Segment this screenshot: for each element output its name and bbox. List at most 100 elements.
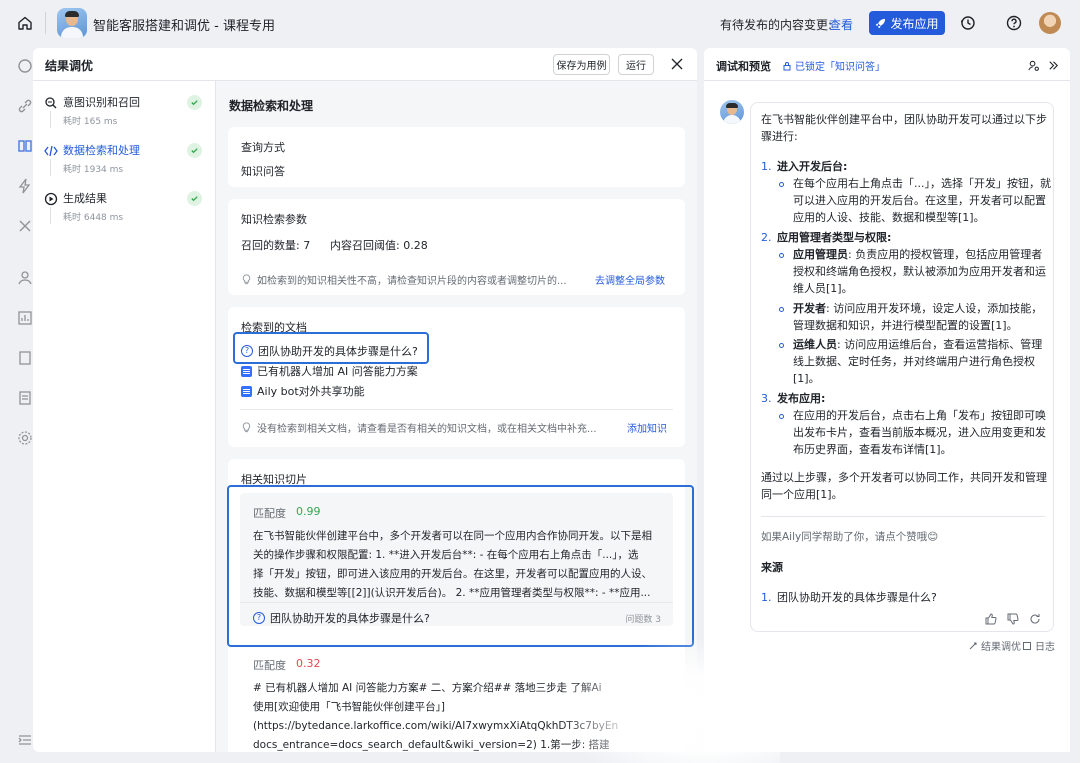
like-prompt: 如果Aily同学帮助了你，请点个赞哦😊 [761, 531, 939, 543]
card-title: 知识检索参数 [241, 213, 307, 226]
save-as-case-button[interactable]: 保存为用例 [553, 54, 610, 75]
bullet [779, 343, 784, 348]
query-mode-card: 查询方式 知识问答 [228, 127, 685, 187]
step-data-retrieval[interactable]: 数据检索和处理 耗时 1934 ms [33, 135, 216, 179]
app-title: 智能客服搭建和调优 - 课程专用 [93, 19, 275, 34]
step-intent-recall[interactable]: 意图识别和召回 耗时 165 ms [33, 87, 216, 131]
list-number: 3. [761, 392, 772, 405]
bullet [779, 182, 784, 187]
highlight-box [233, 332, 429, 364]
retrieved-docs-card: 检索到的文档 ? 团队协助开发的具体步骤是什么? 已有机器人增加 AI 问答能力… [228, 307, 685, 447]
settings-icon[interactable] [17, 430, 33, 446]
result-tune-label: 结果调优 [981, 642, 1021, 653]
log-icon [1023, 641, 1031, 650]
source-item[interactable]: 团队协助开发的具体步骤是什么? [777, 589, 937, 606]
help-icon[interactable] [1003, 12, 1025, 34]
users-icon[interactable] [17, 270, 33, 286]
step-name: 数据检索和处理 [63, 144, 140, 157]
step-heading: 应用管理者类型与权限: [777, 231, 892, 244]
check-icon [187, 95, 202, 110]
divider [240, 409, 673, 410]
view-changes-link[interactable]: 查看 [829, 16, 853, 33]
result-panel-header: 结果调优 保存为用例 运行 [33, 48, 697, 81]
source-title: 来源 [761, 561, 783, 574]
refresh-icon[interactable] [1029, 613, 1043, 627]
publish-app-button[interactable]: 发布应用 [869, 11, 945, 35]
bullet [779, 307, 784, 312]
run-button[interactable]: 运行 [618, 54, 654, 75]
publish-app-label: 发布应用 [890, 16, 939, 31]
skill-icon[interactable] [17, 178, 33, 194]
bullet [779, 414, 784, 419]
step-body: 在每个应用右上角点击「...」，选择「开发」按钮，就 可以进入应用的开发后台。在这… [793, 177, 1051, 224]
divider [761, 516, 1045, 517]
recall-count: 召回的数量: 7 [241, 239, 311, 252]
list-number: 1. [761, 160, 772, 173]
bullet [779, 253, 784, 258]
match-score-value: 0.32 [296, 657, 321, 670]
pipeline-steps: 意图识别和召回 耗时 165 ms 数据检索和处理 耗时 1934 ms 生成结… [33, 81, 216, 752]
list-number: 1. [761, 591, 772, 604]
document-icon [241, 385, 252, 397]
collapse-icon[interactable] [17, 732, 33, 748]
doc-item-label: Aily bot对外共享功能 [257, 385, 365, 398]
retrieval-params-card: 知识检索参数 召回的数量: 7 内容召回阈值: 0.28 如检索到的知识相关性不… [228, 199, 685, 295]
step-body: 运维人员: 访问应用运维后台，查看运营指标、管理 线上数据、定时任务，并对终端用… [793, 338, 1043, 385]
preview-title: 调试和预览 [716, 60, 771, 73]
stats-icon[interactable] [17, 310, 33, 326]
answer-outro: 通过以上步骤，多个开发者可以协同工作，共同开发和管理 同一个应用[1]。 [761, 471, 1047, 501]
log-link[interactable]: 日志 [1022, 638, 1055, 653]
document-icon [241, 365, 252, 377]
link-icon[interactable] [17, 98, 33, 114]
user-avatar[interactable] [1039, 12, 1061, 34]
docs-hint: 没有检索到相关文档，请查看是否有相关的知识文档，或在相关文档中补充... [241, 420, 597, 435]
chunk-text: # 已有机器人增加 AI 问答能力方案# 二、方案介绍## 落地三步走 了解Ai… [253, 682, 619, 751]
query-mode-value: 知识问答 [241, 165, 285, 178]
result-panel-title: 结果调优 [45, 59, 94, 73]
app-avatar [57, 8, 87, 38]
document-icon[interactable] [17, 350, 33, 366]
preview-header: 调试和预览 已锁定「知识问答」 [704, 48, 1070, 81]
result-tune-link[interactable]: 结果调优 [968, 638, 1021, 653]
step-time: 耗时 165 ms [63, 117, 118, 127]
doc-item-label: 已有机器人增加 AI 问答能力方案 [257, 365, 418, 378]
doc-item[interactable]: 已有机器人增加 AI 问答能力方案 [241, 363, 418, 379]
step-body: 在应用的开发后台，点击右上角「发布」按钮即可唤 出发布卡片，查看当前版本概况，进入… [793, 409, 1046, 456]
search-icon [44, 96, 58, 110]
recall-threshold: 内容召回阈值: 0.28 [330, 239, 428, 252]
locked-skill-text: 已锁定「知识问答」 [795, 62, 885, 73]
add-knowledge-link[interactable]: 添加知识 [627, 420, 667, 435]
list-number: 2. [761, 231, 772, 244]
lock-icon [783, 61, 791, 70]
bot-avatar [720, 100, 744, 124]
home-icon[interactable] [14, 12, 36, 34]
chat-icon[interactable] [17, 58, 33, 74]
params-hint-text: 如检索到的知识相关性不高，请检查知识片段的内容或者调整切片的... [257, 276, 567, 287]
step-time: 耗时 1934 ms [63, 165, 124, 175]
lightbulb-icon [242, 422, 251, 433]
tools-icon[interactable] [17, 218, 33, 234]
locked-skill-badge[interactable]: 已锁定「知识问答」 [782, 58, 885, 73]
top-bar: 智能客服搭建和调优 - 课程专用 有待发布的内容变更: 查看 发布应用 [0, 0, 1080, 46]
user-settings-icon[interactable] [1022, 54, 1044, 76]
doc-item[interactable]: Aily bot对外共享功能 [241, 383, 365, 399]
play-icon [44, 192, 58, 206]
list-icon[interactable] [17, 390, 33, 406]
knowledge-icon[interactable] [17, 138, 33, 154]
divider [45, 12, 46, 34]
highlight-box [227, 485, 694, 647]
collapse-right-icon[interactable] [1042, 54, 1064, 76]
answer-intro: 在飞书智能伙伴创建平台中，团队协助开发可以通过以下步 骤进行: [761, 113, 1047, 143]
tune-icon [969, 642, 977, 649]
thumbs-down-icon[interactable] [1007, 613, 1021, 627]
code-icon [44, 144, 58, 158]
log-label: 日志 [1035, 642, 1055, 653]
step-generate-result[interactable]: 生成结果 耗时 6448 ms [33, 183, 216, 227]
debug-preview-panel: 调试和预览 已锁定「知识问答」 在飞书智能伙伴创建平台中，团队协助开发可以通过以… [704, 48, 1070, 752]
thumbs-up-icon[interactable] [985, 613, 999, 627]
history-icon[interactable] [957, 12, 979, 34]
close-icon[interactable] [669, 56, 685, 72]
params-hint: 如检索到的知识相关性不高，请检查知识片段的内容或者调整切片的... [241, 272, 567, 287]
adjust-global-params-link[interactable]: 去调整全局参数 [595, 272, 665, 287]
knowledge-chunk[interactable]: 匹配度 0.32 # 已有机器人增加 AI 问答能力方案# 二、方案介绍## 落… [240, 645, 673, 752]
